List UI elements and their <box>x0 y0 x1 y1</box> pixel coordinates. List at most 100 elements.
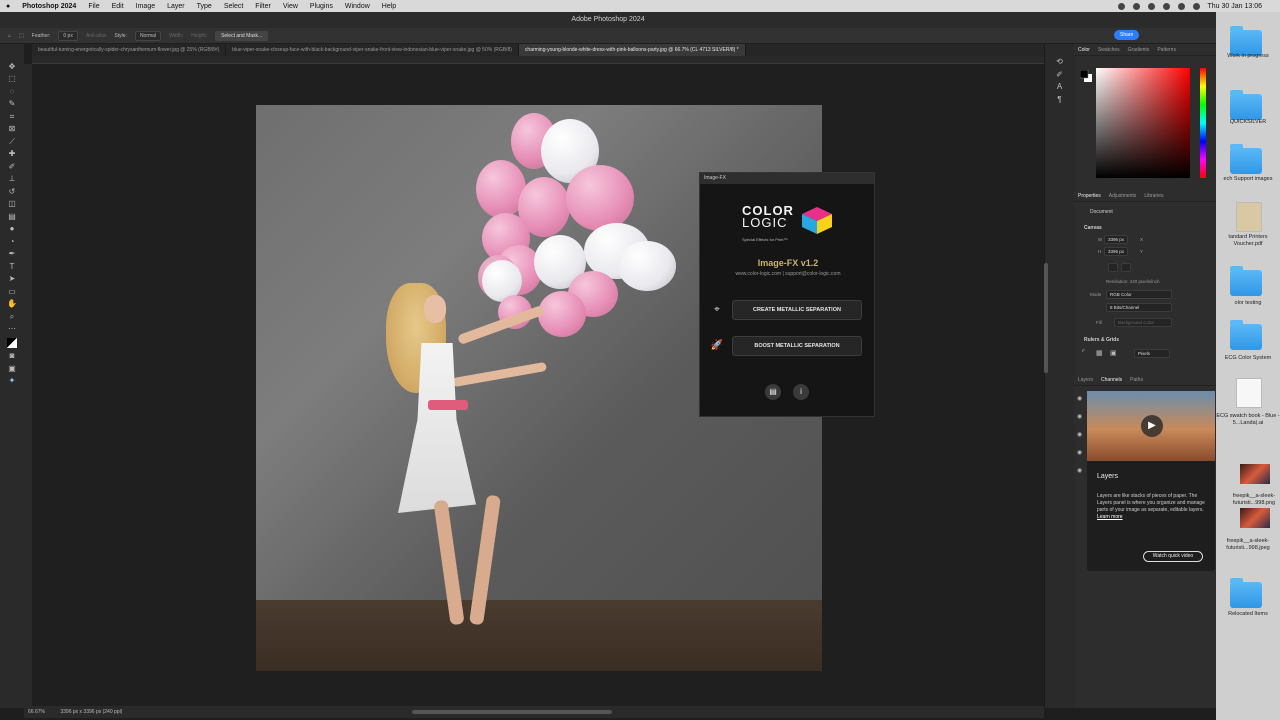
tab-gradients[interactable]: Gradients <box>1128 47 1150 53</box>
pdf-file-icon[interactable] <box>1236 202 1262 232</box>
document-icon[interactable]: ▤ <box>765 384 781 400</box>
more-tools-icon[interactable]: ⋯ <box>7 325 17 333</box>
units-select[interactable]: Pixels <box>1134 349 1170 358</box>
tab-channels[interactable]: Channels <box>1101 377 1122 383</box>
clock[interactable]: Thu 30 Jan 13:06 <box>1208 3 1263 10</box>
menu-file[interactable]: File <box>88 3 99 10</box>
folder-icon[interactable] <box>1230 90 1262 120</box>
path-select-icon[interactable]: ➤ <box>7 275 17 283</box>
color-field[interactable] <box>1096 68 1190 178</box>
menu-view[interactable]: View <box>283 3 298 10</box>
zoom-tool-icon[interactable]: ⌕ <box>7 312 17 321</box>
share-button[interactable]: Share <box>1114 30 1140 40</box>
apple-icon[interactable]: ● <box>6 3 10 10</box>
menu-layer[interactable]: Layer <box>167 3 185 10</box>
orientation-landscape-icon[interactable] <box>1121 263 1131 272</box>
gradient-tool-icon[interactable]: ▤ <box>7 212 17 221</box>
tray-icon[interactable] <box>1147 2 1155 10</box>
fill-select[interactable]: Background Color <box>1114 318 1172 327</box>
wifi-icon[interactable] <box>1162 2 1170 10</box>
tab-paths[interactable]: Paths <box>1130 377 1143 383</box>
create-metallic-separation-button[interactable]: CREATE METALLIC SEPARATION <box>732 300 862 320</box>
menu-type[interactable]: Type <box>197 3 212 10</box>
guides-icon[interactable]: ▣ <box>1110 349 1117 357</box>
tab-properties[interactable]: Properties <box>1078 193 1101 199</box>
antialias-checkbox[interactable]: Anti-alias <box>86 33 107 39</box>
screen-mode-icon[interactable]: ▣ <box>7 364 17 373</box>
ruler-icon[interactable]: ⌜ <box>1082 349 1085 357</box>
visibility-eye-icon[interactable]: ◉ <box>1077 396 1085 402</box>
canvas-section-title[interactable]: Canvas <box>1084 225 1102 231</box>
desktop-label[interactable]: Work in progress <box>1216 53 1280 60</box>
menu-filter[interactable]: Filter <box>255 3 271 10</box>
width-field[interactable]: 3396 px <box>1104 235 1129 244</box>
folder-icon[interactable] <box>1230 144 1262 174</box>
search-icon[interactable] <box>1192 2 1200 10</box>
plugin-title[interactable]: Image-FX <box>700 173 874 184</box>
jpeg-thumbnail-icon[interactable] <box>1240 508 1270 528</box>
desktop-label[interactable]: Relocated Items <box>1216 611 1280 618</box>
folder-icon[interactable] <box>1230 320 1262 350</box>
eyedropper-icon[interactable]: ⟋ <box>7 137 17 146</box>
select-and-mask-button[interactable]: Select and Mask... <box>215 30 269 41</box>
hue-slider[interactable] <box>1200 68 1206 178</box>
home-icon[interactable]: ⌂ <box>8 33 11 39</box>
visibility-eye-icon[interactable]: ◉ <box>1077 450 1085 456</box>
battery-icon[interactable] <box>1177 2 1185 10</box>
style-select[interactable]: Normal <box>134 30 162 41</box>
fg-bg-swatch-icon[interactable] <box>1080 70 1092 82</box>
tab-swatches[interactable]: Swatches <box>1098 47 1120 53</box>
visibility-eye-icon[interactable]: ◉ <box>1077 414 1085 420</box>
stamp-tool-icon[interactable]: ⊥ <box>7 175 17 183</box>
height-field[interactable]: 3396 px <box>1104 247 1129 256</box>
color-swatches-icon[interactable] <box>7 337 17 348</box>
tab-balloons[interactable]: charming-young-blonde-white-dress-with-p… <box>518 44 746 56</box>
type-tool-icon[interactable]: T <box>7 262 17 271</box>
mode-select[interactable]: RGB Color <box>1106 290 1172 299</box>
quick-select-icon[interactable]: ✎ <box>7 100 17 108</box>
bits-select[interactable]: 8 Bits/Channel <box>1106 303 1172 312</box>
desktop-label[interactable]: freepik__a-sleek-futuristi...998.jpeg <box>1216 538 1280 551</box>
marquee-tool-icon[interactable]: ⬚ <box>7 75 17 83</box>
desktop-label[interactable]: freepik__a-sleek-futuristi...998.png <box>1222 493 1280 506</box>
generative-icon[interactable]: ✦ <box>7 377 17 385</box>
dodge-tool-icon[interactable]: ◔ <box>7 237 17 246</box>
rulers-grids-title[interactable]: Rulers & Grids <box>1084 337 1119 343</box>
move-tool-icon[interactable]: ✥ <box>7 62 17 71</box>
grid-icon[interactable]: ▦ <box>1096 349 1103 357</box>
pen-tool-icon[interactable]: ✒ <box>7 250 17 258</box>
desktop-label[interactable]: tandard Printers Voucher.pdf <box>1216 234 1280 247</box>
brush-settings-icon[interactable]: ✐ <box>1055 70 1065 79</box>
desktop-label[interactable]: QUICKSILVER <box>1216 119 1280 126</box>
boost-metallic-separation-button[interactable]: BOOST METALLIC SEPARATION <box>732 336 862 356</box>
tab-chrysanthemum[interactable]: beautiful-turning-energetically-spider-c… <box>32 44 227 56</box>
learn-more-link[interactable]: Learn more <box>1097 514 1123 520</box>
blur-tool-icon[interactable]: ● <box>7 225 17 233</box>
visibility-eye-icon[interactable]: ◉ <box>1077 432 1085 438</box>
vertical-scrollbar[interactable] <box>1044 263 1048 373</box>
menu-plugins[interactable]: Plugins <box>310 3 333 10</box>
desktop-label[interactable]: ech Support images <box>1216 176 1280 183</box>
tab-patterns[interactable]: Patterns <box>1157 47 1176 53</box>
folder-icon[interactable] <box>1230 578 1262 608</box>
menu-help[interactable]: Help <box>382 3 396 10</box>
zoom-level[interactable]: 66.67% <box>28 709 45 715</box>
desktop-label[interactable]: olor testing <box>1216 300 1280 307</box>
tray-icon[interactable] <box>1117 2 1125 10</box>
healing-brush-icon[interactable]: ✚ <box>7 150 17 158</box>
desktop-label[interactable]: ECG swatch book - Blue - 5...Landa).ai <box>1216 413 1280 426</box>
paragraph-icon[interactable]: ¶ <box>1055 95 1065 104</box>
ai-file-icon[interactable] <box>1236 378 1262 408</box>
info-icon[interactable]: i <box>793 384 809 400</box>
watch-quick-video-button[interactable]: Watch quick video <box>1143 551 1203 562</box>
feather-input[interactable]: 0 px <box>58 30 78 41</box>
tray-icon[interactable] <box>1132 2 1140 10</box>
eraser-icon[interactable]: ◫ <box>7 200 17 208</box>
menu-window[interactable]: Window <box>345 3 370 10</box>
horizontal-ruler[interactable] <box>32 56 1044 64</box>
history-brush-icon[interactable]: ↺ <box>7 187 17 196</box>
character-icon[interactable]: A <box>1055 83 1065 91</box>
lasso-tool-icon[interactable]: ◌ <box>7 87 17 96</box>
visibility-eye-icon[interactable]: ◉ <box>1077 468 1085 474</box>
marquee-tool-icon[interactable]: ⬚ <box>19 33 24 39</box>
